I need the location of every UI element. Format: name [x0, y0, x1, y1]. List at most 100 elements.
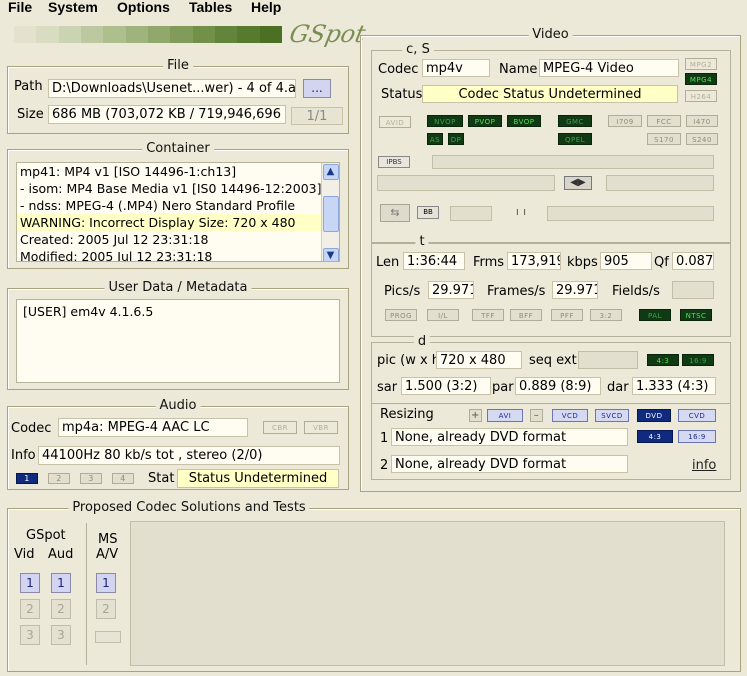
progress-gradient — [14, 26, 282, 43]
audio-codec-field: mp4a: MPEG-4 AAC LC — [58, 418, 248, 437]
len-label: Len — [376, 255, 400, 270]
menu-tables[interactable]: Tables — [189, 0, 232, 15]
resize-plus-button[interactable]: + — [469, 409, 482, 422]
frames-field: 29.971 — [552, 281, 598, 299]
kbps-label: kbps — [567, 255, 598, 270]
resize-row-1-field: None, already DVD format — [391, 428, 628, 446]
as-badge: AS — [427, 133, 443, 145]
aud-test-3[interactable]: 3 — [51, 625, 71, 645]
pics-field: 29.971 — [428, 281, 474, 299]
menu-options[interactable]: Options — [117, 0, 170, 15]
codec-field: mp4v — [422, 59, 490, 77]
resize-169-button[interactable]: 16:9 — [678, 430, 716, 443]
dar-field: 1.333 (4:3) — [632, 377, 716, 395]
par-field: 0.889 (8:9) — [515, 377, 601, 395]
audio-track-4[interactable]: 4 — [112, 473, 134, 484]
prog-badge: PROG — [385, 309, 417, 321]
userdata-line: [USER] em4v 4.1.6.5 — [23, 304, 154, 319]
gop-right — [606, 175, 714, 191]
container-line: - isom: MP4 Base Media v1 [IS0 14496-12:… — [20, 181, 322, 196]
divider — [86, 523, 87, 665]
audio-track-2[interactable]: 2 — [48, 473, 70, 484]
info-link[interactable]: info — [692, 458, 716, 473]
mpg2-badge: MPG2 — [685, 58, 717, 70]
vid-test-2[interactable]: 2 — [20, 599, 40, 619]
resizing-label: Resizing — [380, 407, 434, 422]
aud-test-2[interactable]: 2 — [51, 599, 71, 619]
cvd-button[interactable]: CVD — [678, 409, 716, 422]
cs-title: c, S — [402, 42, 434, 57]
vbr-button[interactable]: VBR — [304, 421, 338, 434]
results-panel — [130, 521, 725, 666]
ms-label: MS — [98, 532, 118, 547]
pal-badge: PAL — [639, 309, 671, 321]
container-listbox[interactable]: mp41: MP4 v1 [ISO 14496-1:ch13] - isom: … — [16, 162, 340, 262]
fcc-badge: FCC — [647, 115, 681, 127]
kbps-field: 905 — [600, 252, 652, 270]
file-group: File Path D:\Downloads\Usenet...wer) - 4… — [7, 58, 349, 134]
ms-test-2[interactable]: 2 — [96, 599, 116, 619]
gspot-label: GSpot — [26, 528, 66, 543]
il-badge: I/L — [427, 309, 459, 321]
status-label: Status — [381, 87, 423, 102]
aud-test-1[interactable]: 1 — [51, 573, 71, 593]
ntsc-badge: NTSC — [680, 309, 712, 321]
t-panel: t Len 1:36:44 Frms 173,919 kbps 905 Qf 0… — [371, 234, 731, 337]
scroll-down-icon[interactable]: ▼ — [322, 248, 339, 261]
resize-row-2-field: None, already DVD format — [391, 455, 628, 473]
gop-strip — [432, 155, 714, 169]
seqext-label: seq ext — [529, 353, 577, 368]
menu-system[interactable]: System — [48, 0, 98, 15]
resize-43-button[interactable]: 4:3 — [637, 430, 673, 443]
gmc-badge: GMC — [558, 115, 592, 127]
scroll-up-icon[interactable]: ▲ — [322, 164, 339, 180]
mpg4-badge: MPG4 — [685, 73, 717, 85]
bb-icon: BB — [417, 206, 439, 219]
vcd-button[interactable]: VCD — [552, 409, 588, 422]
vid-test-1[interactable]: 1 — [20, 573, 40, 593]
par-label: par — [492, 380, 514, 395]
audio-group-title: Audio — [155, 398, 201, 413]
svcd-button[interactable]: SVCD — [595, 409, 629, 422]
swap-icon[interactable]: ◀▶ — [564, 176, 592, 190]
dvd-button[interactable]: DVD — [637, 409, 671, 422]
container-scrollbar[interactable]: ▲ ▼ — [321, 163, 339, 261]
audio-codec-label: Codec — [11, 421, 52, 436]
name-label: Name — [499, 62, 538, 77]
file-group-title: File — [163, 58, 193, 73]
menu-file[interactable]: File — [8, 0, 32, 15]
ii-icon: I I — [516, 208, 526, 217]
resize-minus-button[interactable]: – — [530, 409, 543, 422]
gspot-logo: GSpot — [287, 20, 369, 48]
avi-button[interactable]: AVI — [487, 409, 523, 422]
size-field: 686 MB (703,072 KB / 719,946,696 bytes — [48, 105, 286, 124]
userdata-group: User Data / Metadata [USER] em4v 4.1.6.5 — [7, 280, 349, 390]
userdata-textbox[interactable]: [USER] em4v 4.1.6.5 — [16, 299, 340, 383]
ms-test-1[interactable]: 1 — [96, 573, 116, 593]
vid-test-3[interactable]: 3 — [20, 625, 40, 645]
sar-label: sar — [377, 380, 398, 395]
page-indicator: 1/1 — [291, 107, 343, 125]
frame-icon[interactable]: ⇆ — [380, 204, 410, 222]
browse-button[interactable]: ... — [303, 79, 331, 98]
audio-group: Audio Codec mp4a: MPEG-4 AAC LC CBR VBR … — [7, 398, 349, 490]
container-line: Created: 2005 Jul 12 23:31:18 — [20, 232, 209, 247]
menu-help[interactable]: Help — [251, 0, 281, 15]
container-group: Container mp41: MP4 v1 [ISO 14496-1:ch13… — [7, 141, 349, 269]
path-field[interactable]: D:\Downloads\Usenet...wer) - 4 of 4.avi — [48, 79, 296, 98]
frames-label: Frames/s — [487, 284, 546, 299]
proposed-group-title: Proposed Codec Solutions and Tests — [68, 500, 310, 515]
t-title: t — [415, 234, 429, 249]
audio-track-1[interactable]: 1 — [16, 473, 38, 484]
audio-info-field: 44100Hz 80 kb/s tot , stereo (2/0) — [38, 446, 340, 465]
fields-label: Fields/s — [612, 284, 660, 299]
pff-badge: PFF — [551, 309, 583, 321]
cbr-button[interactable]: CBR — [263, 421, 297, 434]
audio-stat-label: Stat — [148, 471, 175, 486]
scroll-thumb[interactable] — [322, 196, 339, 232]
qf-field: 0.087 — [672, 252, 714, 270]
audio-track-3[interactable]: 3 — [80, 473, 102, 484]
container-line: mp41: MP4 v1 [ISO 14496-1:ch13] — [20, 164, 237, 179]
codec-label: Codec — [378, 62, 419, 77]
gop-left — [377, 175, 555, 191]
